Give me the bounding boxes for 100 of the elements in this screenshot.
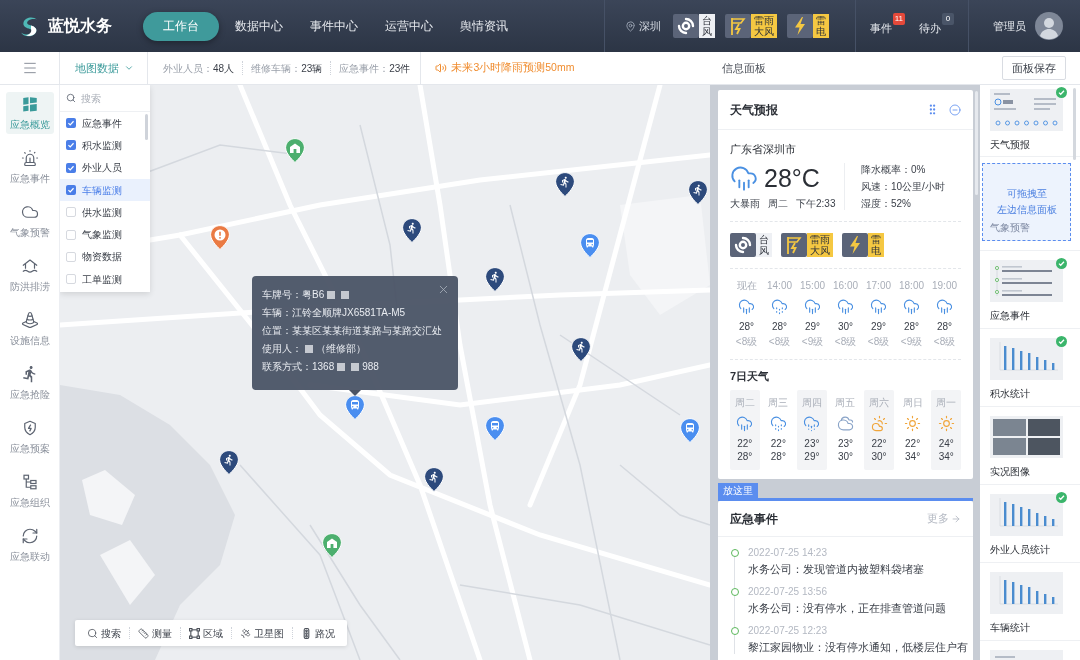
layer-item[interactable]: 外业人员 (60, 156, 150, 179)
info-text: 联系方式：1368 (262, 360, 335, 373)
scrollbar[interactable] (145, 114, 148, 140)
high-temperature: 34° (938, 451, 954, 463)
widget-label: 外业人员统计 (990, 543, 1051, 556)
sidebar-item[interactable]: 应急抢险 (5, 362, 54, 404)
notification-button[interactable]: 事件 11 (870, 13, 905, 39)
nav-tab[interactable]: 数据中心 (224, 11, 294, 41)
checkbox[interactable] (66, 185, 76, 196)
region-name: 广东省深圳市 (730, 142, 797, 156)
bus-marker-icon[interactable] (580, 233, 600, 258)
drop-zone[interactable]: 可拖拽至 左边信息面板 气象预警 (982, 163, 1071, 241)
event-time: 2022-07-25 14:23 (748, 546, 828, 559)
map-tool-button[interactable]: 区域 (181, 625, 231, 641)
checkbox[interactable] (66, 162, 76, 173)
day-label: 周三 (768, 397, 789, 409)
person-marker-icon[interactable] (555, 172, 575, 197)
widget-item[interactable]: 天气预报 (980, 85, 1080, 157)
rain-cloud-icon (870, 298, 887, 315)
collapse-icon[interactable] (949, 103, 961, 116)
low-temperature: 22° (871, 438, 887, 450)
layer-item[interactable]: 供水监测 (60, 201, 150, 224)
rain-cloud-icon (804, 298, 821, 315)
search-field[interactable]: 搜索 (81, 88, 147, 108)
bar-chart-thumbnail-drawing[interactable] (990, 338, 1063, 380)
rain-cloud-icon (738, 298, 755, 315)
day-label: 周四 (801, 397, 822, 409)
sidebar-item[interactable]: 应急联动 (5, 524, 54, 566)
hour-temperature: 29° (804, 321, 821, 333)
checkbox[interactable] (66, 251, 76, 262)
warning-marker-icon[interactable] (210, 225, 230, 250)
drop-here-label: 放这里 (718, 483, 758, 498)
checkbox[interactable] (66, 207, 76, 218)
warning-label: 雷雨大风 (807, 233, 833, 257)
event-text: 水务公司：发现管道内被塑料袋堵塞 (748, 562, 924, 576)
widget-item[interactable]: 车辆统计 (980, 563, 1080, 641)
hour-label: 19:00 (932, 280, 957, 292)
weekday: 周二 (768, 197, 788, 210)
layer-item[interactable]: 气象监测 (60, 223, 150, 246)
person-marker-icon[interactable] (219, 450, 239, 475)
person-marker-icon[interactable] (688, 180, 708, 205)
widget-item[interactable]: 实况图像 (980, 407, 1080, 485)
drizzle-cloud-icon (771, 298, 788, 315)
stat-label: 外业人员： (163, 61, 213, 76)
widget-label: 天气预报 (990, 138, 1031, 151)
person-marker-icon[interactable] (402, 218, 422, 243)
ruler-icon (138, 627, 149, 639)
checkbox[interactable] (66, 140, 76, 151)
checkbox[interactable] (66, 229, 76, 240)
hour-temperature: 28° (738, 321, 755, 333)
search-icon (66, 93, 76, 103)
building-marker-icon[interactable] (285, 138, 305, 163)
map-tool-button[interactable]: 测量 (130, 625, 180, 641)
warning-label: 雷电 (813, 14, 829, 38)
widget-item[interactable]: 外业人员统计 (980, 485, 1080, 563)
event-text: 水务公司：没有停水，正在排查管道问题 (748, 601, 946, 615)
photo-grid-thumbnail[interactable] (990, 416, 1063, 458)
close-button[interactable] (437, 283, 450, 296)
person-marker-icon[interactable] (424, 467, 444, 492)
bus-marker-icon[interactable] (680, 418, 700, 443)
high-temperature: 30° (837, 451, 854, 463)
sidebar-item[interactable]: 防洪排涝 (5, 254, 54, 296)
layer-item[interactable]: 工单监测 (60, 268, 150, 291)
map-data-dropdown[interactable]: 地图数据 (60, 52, 148, 84)
layer-item[interactable]: 物资数据 (60, 245, 150, 269)
layer-item[interactable]: 车辆监测 (60, 178, 150, 202)
bar-chart-thumbnail-drawing[interactable] (990, 494, 1063, 536)
map-tool-button[interactable]: 路况 (293, 625, 343, 641)
menu-icon[interactable] (21, 60, 38, 76)
notification-button[interactable]: 待办 0 (919, 13, 954, 39)
widget-item[interactable]: 应急事件 (980, 251, 1080, 329)
widget-item[interactable]: 积水统计 (980, 329, 1080, 407)
rain-cloud-icon (736, 415, 754, 432)
checkbox[interactable] (66, 118, 76, 129)
info-text: 使用人： (262, 342, 302, 355)
map-tool-button[interactable]: 卫星图 (232, 625, 292, 641)
day-label: 周五 (835, 397, 856, 409)
stat-value: 23辆 (301, 61, 323, 76)
check-icon (67, 141, 75, 150)
save-panel-button[interactable]: 面板保存 (1002, 56, 1066, 80)
checkbox[interactable] (66, 274, 76, 285)
bar-chart-thumbnail-drawing[interactable] (990, 572, 1063, 614)
building-marker-icon[interactable] (322, 533, 342, 558)
weather-thumbnail-drawing[interactable] (990, 89, 1063, 131)
hour-temperature: 28° (936, 321, 953, 333)
widget-label: 积水统计 (990, 387, 1031, 400)
nav-tab[interactable]: 事件中心 (299, 11, 369, 41)
nav-tab[interactable]: 舆情资讯 (449, 11, 519, 41)
avatar-icon[interactable] (1035, 12, 1063, 40)
bus-marker-icon[interactable] (345, 395, 365, 420)
bus-marker-icon[interactable] (485, 416, 505, 441)
map-tool-button[interactable]: 搜索 (79, 625, 129, 641)
timeline-thumbnail-drawing[interactable] (990, 260, 1063, 302)
photo-placeholder (1027, 438, 1060, 455)
warning-label: 雷雨大风 (751, 14, 777, 38)
person-marker-icon[interactable] (571, 337, 591, 362)
nav-tab[interactable]: 运营中心 (374, 11, 444, 41)
scrollbar[interactable] (1073, 88, 1076, 160)
hour-temperature: 28° (903, 321, 920, 333)
person-marker-icon[interactable] (485, 267, 505, 292)
